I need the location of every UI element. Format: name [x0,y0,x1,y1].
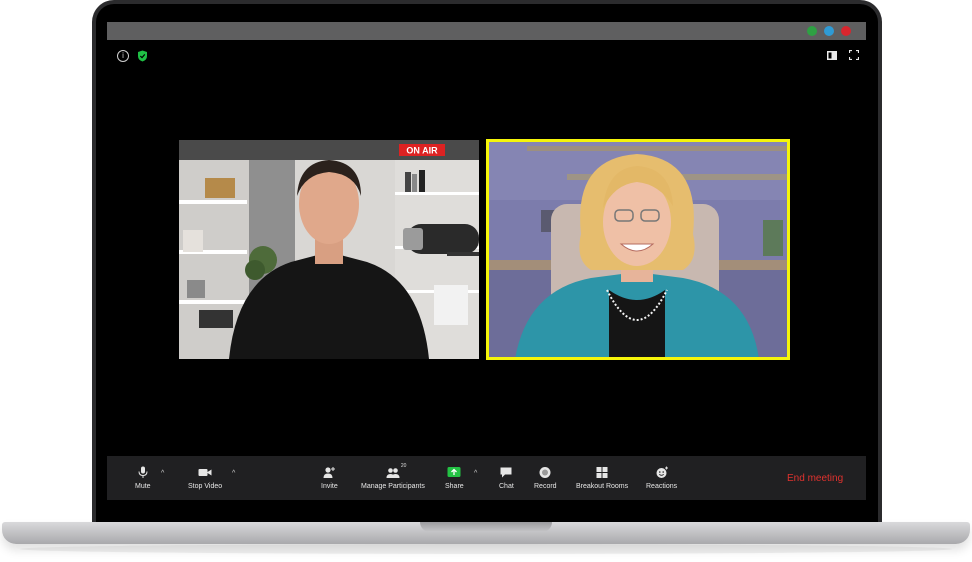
smiley-icon [656,466,668,478]
video-options-caret[interactable]: ^ [232,470,240,477]
green-window-dot[interactable] [807,26,817,36]
microphone-icon [138,466,148,478]
participant-video-right-active-speaker[interactable] [486,139,790,360]
video-camera-icon [198,469,212,476]
mute-button[interactable]: Mute [135,466,151,496]
laptop-shadow [20,544,952,554]
shield-icon[interactable] [137,50,148,62]
record-icon [539,467,551,478]
share-label: Share [445,483,464,490]
invite-button[interactable]: Invite [321,466,338,496]
laptop-notch [420,522,552,532]
info-icon[interactable]: i [117,50,129,62]
title-bar [107,22,866,40]
meeting-window: i ON AIR Mute ^ Stop Video ^ Invite 20 M… [107,22,866,500]
invite-label: Invite [321,483,338,490]
stop-video-label: Stop Video [188,483,223,490]
participants-icon [386,468,400,478]
add-person-icon [323,467,336,478]
chat-label: Chat [499,483,514,490]
stop-video-button[interactable]: Stop Video [188,466,222,496]
manage-participants-label: Manage Participants [361,483,425,490]
participant-video-left[interactable]: ON AIR [179,140,479,359]
reactions-label: Reactions [646,483,678,490]
record-label: Record [534,483,557,490]
chat-button[interactable]: Chat [499,466,514,496]
record-button[interactable]: Record [534,466,557,496]
manage-participants-button[interactable]: 20 Manage Participants [361,463,425,496]
participant-left-image: ON AIR [179,140,479,359]
red-window-dot[interactable] [841,26,851,36]
breakout-rooms-label: Breakout Rooms [576,483,629,490]
audio-options-caret[interactable]: ^ [161,470,169,477]
reactions-button[interactable]: Reactions [646,466,677,496]
chat-bubble-icon [500,467,512,478]
breakout-rooms-button[interactable]: Breakout Rooms [576,466,628,496]
breakout-rooms-icon [596,467,608,478]
fullscreen-icon[interactable] [849,50,859,60]
blue-window-dot[interactable] [824,26,834,36]
gallery-view-icon[interactable] [827,51,837,60]
share-screen-icon [447,467,461,477]
share-button[interactable]: Share [445,466,464,496]
meeting-toolbar: Mute ^ Stop Video ^ Invite 20 Manage Par… [107,456,866,500]
share-options-caret[interactable]: ^ [474,470,482,477]
on-air-sign: ON AIR [406,146,438,156]
end-meeting-button[interactable]: End meeting [787,473,843,484]
participant-right-image [487,140,789,359]
mute-label: Mute [135,483,151,490]
participants-count: 20 [400,463,407,469]
